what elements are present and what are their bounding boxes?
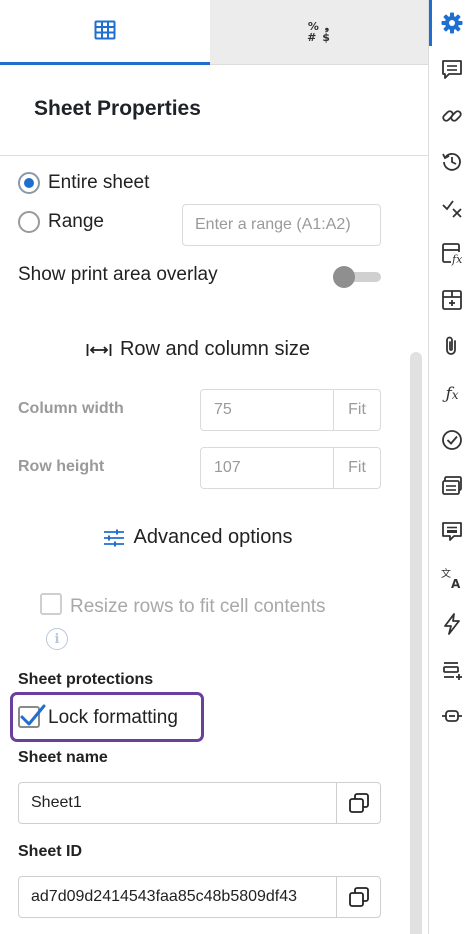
lightning-icon[interactable] — [429, 608, 474, 640]
sliders-icon — [103, 529, 125, 547]
resize-rows-label: Resize rows to fit cell contents — [70, 596, 326, 617]
link-icon[interactable] — [429, 100, 474, 132]
sheet-properties-panel: % ❟ # $ Sheet Properties Entire sheet Ra… — [0, 0, 428, 934]
scrollbar[interactable] — [410, 352, 422, 934]
sheet-id-value[interactable]: ad7d09d2414543faa85c48b5809df43 — [19, 877, 336, 917]
advanced-options-title: Advanced options — [133, 526, 293, 548]
range-input[interactable] — [182, 204, 381, 246]
copy-sheet-name-button[interactable] — [336, 783, 380, 823]
column-width-field[interactable]: 75 Fit — [200, 389, 381, 431]
table-grid-icon — [94, 20, 116, 45]
checkmark-icon — [20, 704, 46, 726]
copy-icon — [348, 887, 369, 907]
history-icon[interactable] — [429, 146, 474, 178]
function-sheet-icon[interactable]: fx — [429, 238, 474, 270]
resize-horizontal-icon — [86, 343, 112, 357]
cards-icon[interactable] — [429, 470, 474, 502]
radio-range[interactable]: Range — [18, 211, 104, 233]
svg-text:文: 文 — [441, 567, 451, 580]
panel-body: Entire sheet Range Show print area overl… — [0, 156, 428, 934]
print-overlay-label: Show print area overlay — [18, 264, 218, 285]
check-cross-icon[interactable] — [429, 192, 474, 224]
radio-button-selected[interactable] — [18, 172, 40, 194]
svg-text:fx: fx — [451, 253, 463, 266]
sheet-name-field[interactable]: Sheet1 — [18, 782, 381, 824]
advanced-options-heading[interactable]: Advanced options — [0, 526, 396, 549]
copy-icon — [348, 793, 369, 813]
right-toolbar: fx ƒx 文 A — [428, 0, 474, 934]
copy-sheet-id-button[interactable] — [336, 877, 380, 917]
row-height-value[interactable]: 107 — [201, 448, 333, 488]
resize-rows-checkbox[interactable] — [40, 593, 62, 615]
sheet-name-label: Sheet name — [18, 749, 108, 766]
number-format-icon: % ❟ # $ — [307, 20, 331, 44]
tab-number-format[interactable]: % ❟ # $ — [210, 0, 428, 65]
connector-icon[interactable] — [429, 700, 474, 732]
gear-icon[interactable] — [429, 7, 474, 39]
row-height-field[interactable]: 107 Fit — [200, 447, 381, 489]
row-height-fit-button[interactable]: Fit — [333, 448, 380, 488]
sheet-name-value[interactable]: Sheet1 — [19, 783, 336, 823]
svg-text:A: A — [451, 577, 461, 590]
panel-tabs: % ❟ # $ — [0, 0, 428, 65]
sheet-id-field[interactable]: ad7d09d2414543faa85c48b5809df43 — [18, 876, 381, 918]
column-width-value[interactable]: 75 — [201, 390, 333, 430]
row-height-label: Row height — [18, 458, 105, 475]
comment-icon[interactable] — [429, 54, 474, 86]
sheet-protections-label: Sheet protections — [18, 671, 154, 688]
list-add-icon[interactable] — [429, 654, 474, 686]
toggle-knob — [333, 266, 355, 288]
radio-entire-sheet[interactable]: Entire sheet — [18, 172, 149, 194]
panel-header: Sheet Properties — [0, 65, 428, 156]
sheet-id-label: Sheet ID — [18, 843, 83, 860]
lock-formatting-checkbox[interactable] — [18, 704, 46, 728]
attachment-icon[interactable] — [429, 330, 474, 362]
column-width-label: Column width — [18, 400, 124, 417]
info-icon[interactable]: i — [46, 628, 68, 650]
row-column-size-heading: Row and column size — [0, 338, 396, 361]
print-overlay-toggle[interactable] — [333, 266, 381, 288]
translate-icon[interactable]: 文 A — [429, 562, 474, 594]
page-title: Sheet Properties — [34, 97, 201, 120]
note-icon[interactable] — [429, 516, 474, 548]
lock-formatting-label: Lock formatting — [48, 707, 178, 728]
column-width-fit-button[interactable]: Fit — [333, 390, 380, 430]
row-column-size-title: Row and column size — [119, 338, 311, 360]
tab-grid[interactable] — [0, 0, 210, 65]
fx-icon[interactable]: ƒx — [429, 378, 474, 410]
check-circle-icon[interactable] — [429, 424, 474, 456]
table-insert-icon[interactable] — [429, 284, 474, 316]
radio-button[interactable] — [18, 211, 40, 233]
radio-label-entire-sheet: Entire sheet — [48, 172, 150, 193]
radio-label-range: Range — [48, 211, 104, 232]
